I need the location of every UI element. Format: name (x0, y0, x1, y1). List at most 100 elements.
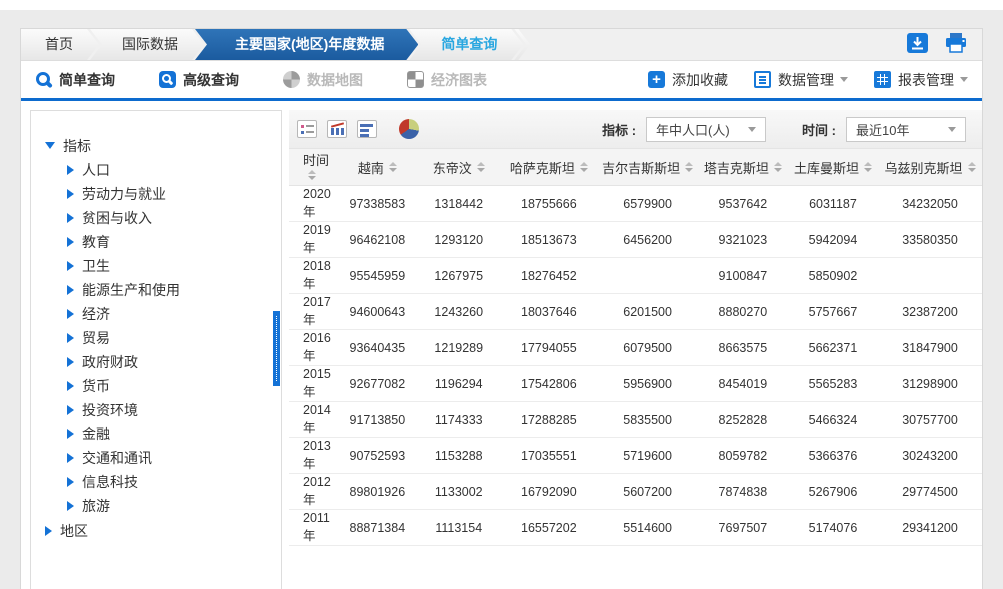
sidebar-item-label: 货币 (82, 376, 110, 396)
table-cell: 6079500 (597, 330, 697, 366)
sort-icon (308, 170, 316, 180)
sort-up-icon (477, 162, 485, 166)
table-cell: 18755666 (500, 186, 597, 222)
column-header[interactable]: 哈萨克斯坦 (500, 149, 597, 186)
sidebar-item-贸易[interactable]: 贸易 (67, 326, 281, 350)
pie-chart-view-icon[interactable] (399, 119, 419, 139)
triangle-right-icon (67, 453, 74, 463)
table-cell: 18276452 (500, 258, 597, 294)
sidebar-item-劳动力与就业[interactable]: 劳动力与就业 (67, 182, 281, 206)
sidebar-item-能源生产和使用[interactable]: 能源生产和使用 (67, 278, 281, 302)
table-cell: 2020年 (289, 186, 338, 222)
table-cell: 8663575 (698, 330, 788, 366)
toolbar-advanced-query[interactable]: 高级查询 (159, 70, 239, 90)
table-cell: 29774500 (878, 474, 982, 510)
sidebar-item-经济[interactable]: 经济 (67, 302, 281, 326)
table-cell: 6579900 (597, 186, 697, 222)
table-cell: 5174076 (788, 510, 878, 546)
sidebar-item-政府财政[interactable]: 政府财政 (67, 350, 281, 374)
sidebar-item-旅游[interactable]: 旅游 (67, 494, 281, 518)
sidebar-item-label: 指标 (63, 136, 91, 156)
sidebar-item-人口[interactable]: 人口 (67, 158, 281, 182)
table-cell: 17542806 (500, 366, 597, 402)
bar-chart-view-icon[interactable] (357, 120, 377, 138)
print-icon[interactable] (944, 33, 968, 53)
sidebar-item-教育[interactable]: 教育 (67, 230, 281, 254)
toolbar-add-favorite[interactable]: 添加收藏 (648, 70, 728, 90)
table-cell: 7874838 (698, 474, 788, 510)
breadcrumb-tab[interactable]: 首页 (21, 29, 99, 60)
table-cell: 9537642 (698, 186, 788, 222)
toolbar-label: 简单查询 (59, 70, 115, 90)
sort-icon (389, 162, 397, 172)
toolbar-simple-query[interactable]: 简单查询 (35, 70, 115, 90)
table-cell: 5757667 (788, 294, 878, 330)
toolbar-report-management[interactable]: 报表管理 (874, 70, 968, 90)
list-view-icon[interactable] (297, 120, 317, 138)
table-cell: 1293120 (417, 222, 500, 258)
sort-up-icon (580, 162, 588, 166)
breadcrumb-tab[interactable]: 主要国家(地区)年度数据 (195, 29, 418, 60)
indicator-select[interactable]: 年中人口(人) (646, 117, 766, 142)
toolbar-label: 添加收藏 (672, 70, 728, 90)
sidebar-item-卫生[interactable]: 卫生 (67, 254, 281, 278)
column-header[interactable]: 吉尔吉斯斯坦 (597, 149, 697, 186)
sort-icon (477, 162, 485, 172)
sidebar-item-贫困与收入[interactable]: 贫困与收入 (67, 206, 281, 230)
sidebar-item-label: 卫生 (82, 256, 110, 276)
table-cell: 1113154 (417, 510, 500, 546)
triangle-right-icon (45, 526, 52, 536)
column-header[interactable]: 东帝汶 (417, 149, 500, 186)
triangle-right-icon (67, 213, 74, 223)
table-cell: 32387200 (878, 294, 982, 330)
advanced-search-icon (159, 71, 176, 88)
sidebar-item-label: 劳动力与就业 (82, 184, 166, 204)
toolbar-label: 报表管理 (898, 70, 954, 90)
column-header[interactable]: 乌兹别克斯坦 (878, 149, 982, 186)
table-cell: 6201500 (597, 294, 697, 330)
triangle-right-icon (67, 189, 74, 199)
table-row: 2013年90752593115328817035551571960080597… (289, 438, 982, 474)
sidebar-item-label: 投资环境 (82, 400, 138, 420)
sidebar-item-地区[interactable]: 地区 (45, 518, 281, 543)
download-icon[interactable] (907, 33, 928, 53)
grid-icon (874, 71, 891, 88)
sidebar-item-投资环境[interactable]: 投资环境 (67, 398, 281, 422)
column-header[interactable]: 时间 (289, 149, 338, 186)
table-cell: 5366376 (788, 438, 878, 474)
table-cell: 1318442 (417, 186, 500, 222)
sidebar-item-label: 政府财政 (82, 352, 138, 372)
breadcrumb-tab[interactable]: 国际数据 (90, 29, 204, 60)
sort-down-icon (864, 168, 872, 172)
toolbar-data-management[interactable]: 数据管理 (754, 70, 848, 90)
table-cell: 1267975 (417, 258, 500, 294)
app-window: 首页国际数据主要国家(地区)年度数据简单查询 (0, 0, 1003, 589)
sidebar-item-货币[interactable]: 货币 (67, 374, 281, 398)
column-header-label: 塔吉克斯坦 (704, 161, 769, 176)
triangle-down-icon (45, 142, 55, 149)
triangle-right-icon (67, 237, 74, 247)
table-cell: 5719600 (597, 438, 697, 474)
breadcrumb-tab[interactable]: 简单查询 (409, 29, 523, 60)
sidebar-item-金融[interactable]: 金融 (67, 422, 281, 446)
table-cell: 30243200 (878, 438, 982, 474)
toolbar-economic-charts[interactable]: 经济图表 (407, 70, 487, 90)
column-header-label: 东帝汶 (433, 161, 472, 176)
sidebar-scrollbar-thumb[interactable] (273, 311, 280, 386)
table-cell: 6456200 (597, 222, 697, 258)
triangle-right-icon (67, 501, 74, 511)
table-cell: 33580350 (878, 222, 982, 258)
sidebar-item-信息科技[interactable]: 信息科技 (67, 470, 281, 494)
table-cell: 97338583 (338, 186, 418, 222)
column-header[interactable]: 土库曼斯坦 (788, 149, 878, 186)
column-header[interactable]: 塔吉克斯坦 (698, 149, 788, 186)
table-row: 2019年96462108129312018513673645620093210… (289, 222, 982, 258)
sidebar-item-交通和通讯[interactable]: 交通和通讯 (67, 446, 281, 470)
column-chart-view-icon[interactable] (327, 120, 347, 138)
column-header-label: 吉尔吉斯斯坦 (602, 161, 680, 176)
sort-icon (968, 162, 976, 172)
toolbar-data-map[interactable]: 数据地图 (283, 70, 363, 90)
sidebar-item-指标[interactable]: 指标 (45, 133, 281, 158)
column-header[interactable]: 越南 (338, 149, 418, 186)
time-select[interactable]: 最近10年 (846, 117, 966, 142)
